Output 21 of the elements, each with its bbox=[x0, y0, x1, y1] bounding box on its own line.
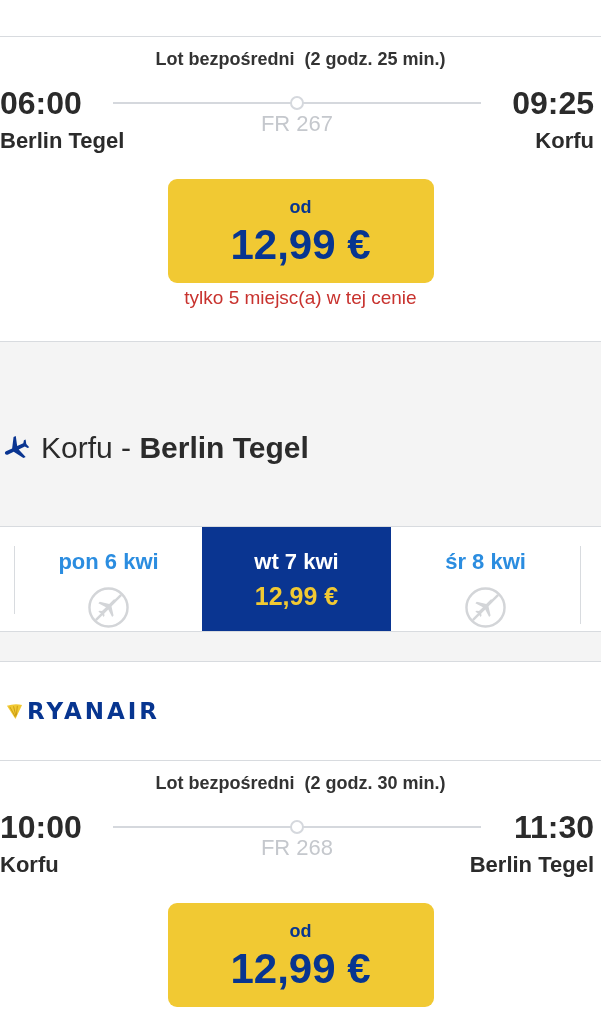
date-tab[interactable]: wt 7 kwi 12,99 € bbox=[202, 527, 391, 631]
no-flights-icon bbox=[88, 587, 129, 628]
departure-time: 06:00 bbox=[0, 87, 82, 119]
arrival-time: 09:25 bbox=[512, 87, 594, 119]
departure-time: 10:00 bbox=[0, 811, 82, 843]
logo-emblem-icon bbox=[6, 702, 23, 720]
arrival-time: 11:30 bbox=[513, 811, 594, 843]
flight-number: FR 268 bbox=[260, 836, 334, 860]
route-title: Korfu - Berlin Tegel bbox=[41, 430, 309, 466]
arrival-airport: Berlin Tegel bbox=[469, 852, 594, 878]
seats-left-note: tylko 5 miejsc(a) w tej cenie bbox=[184, 287, 417, 309]
airline-name: RYANAIR bbox=[27, 698, 161, 724]
departure-airport: Berlin Tegel bbox=[0, 128, 125, 154]
price-button[interactable]: od 12,99 € bbox=[167, 179, 434, 283]
flight-summary: Lot bezpośredni (2 godz. 30 min.) bbox=[155, 772, 446, 794]
arrival-airport: Korfu bbox=[535, 128, 594, 154]
departure-airport: Korfu bbox=[0, 852, 59, 878]
price-button[interactable]: od 12,99 € bbox=[167, 903, 434, 1007]
no-flights-icon bbox=[465, 587, 506, 628]
flight-number: FR 267 bbox=[260, 112, 334, 136]
flight-summary: Lot bezpośredni (2 godz. 25 min.) bbox=[155, 48, 446, 70]
